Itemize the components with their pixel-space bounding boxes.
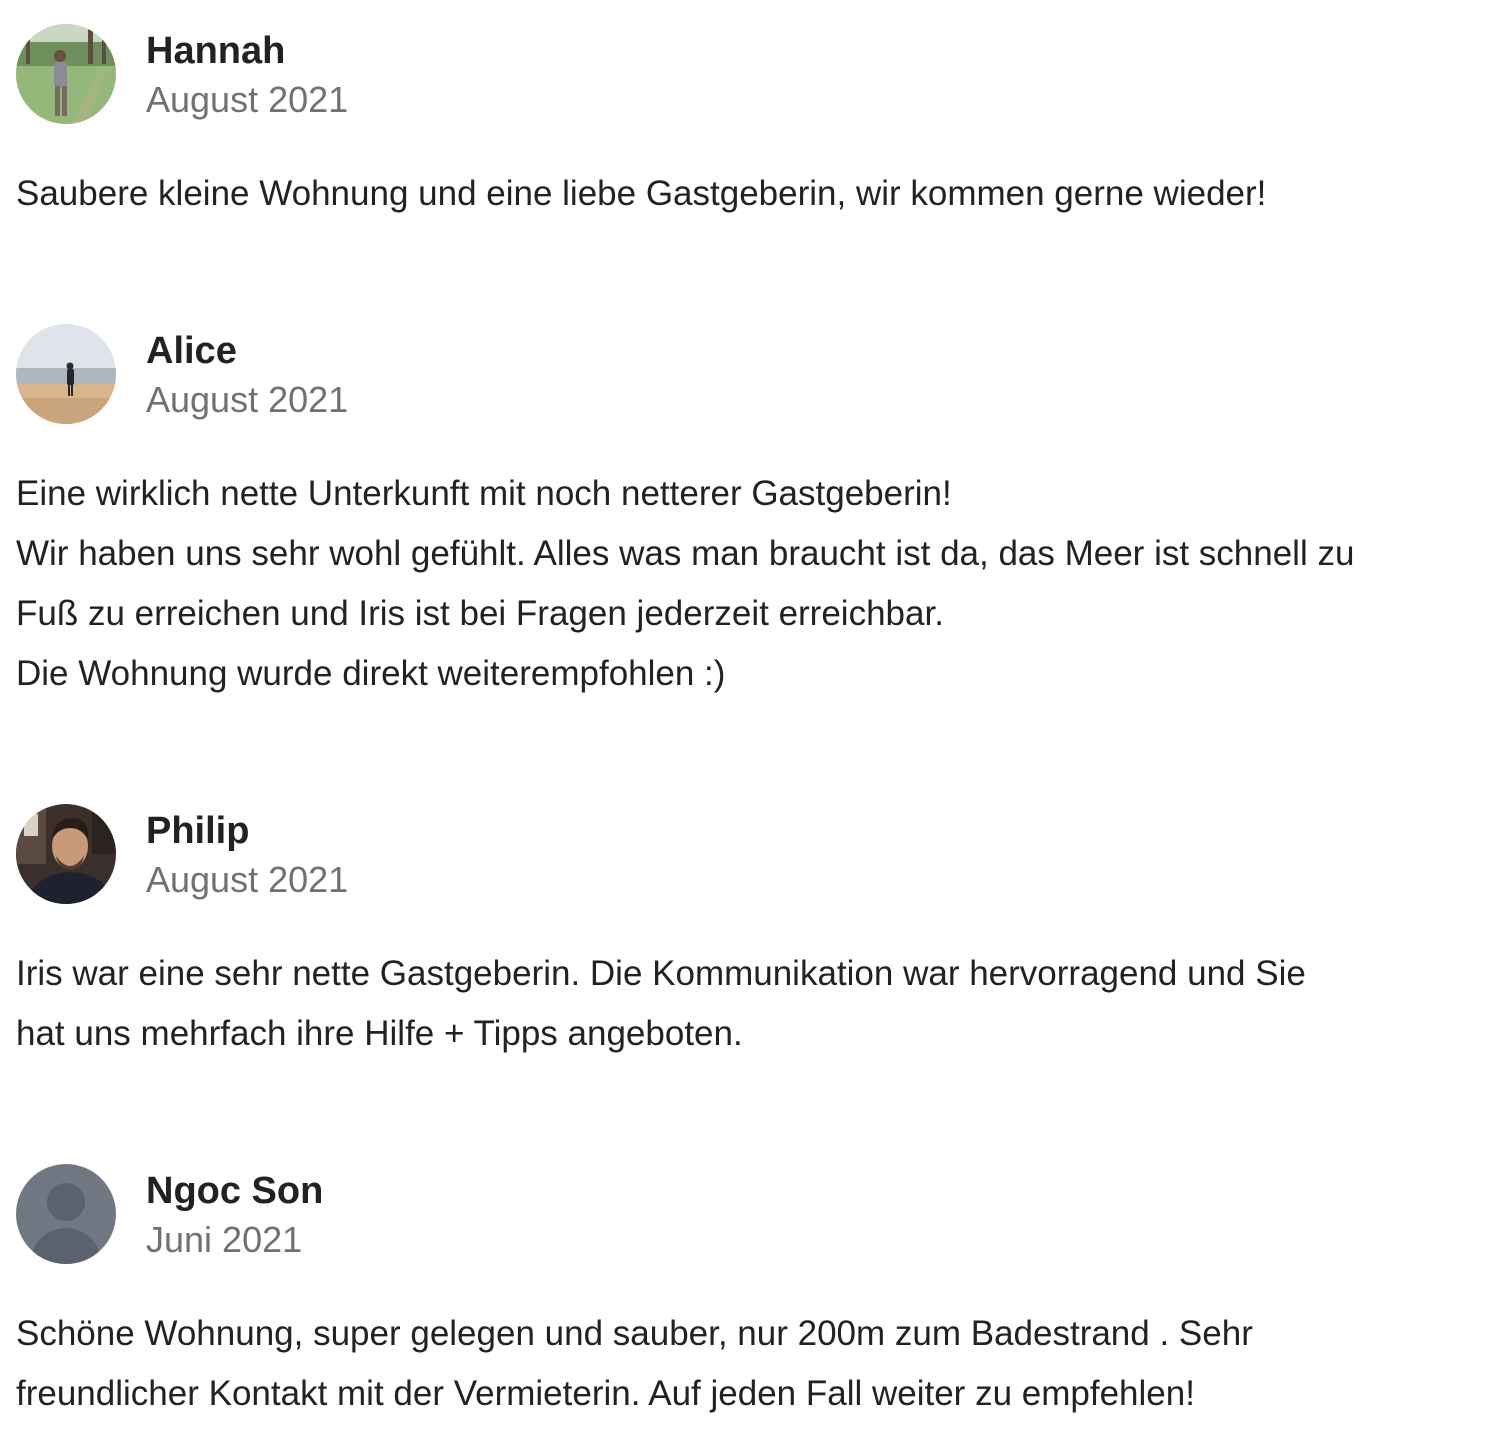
review-text-line: Saubere kleine Wohnung und eine liebe Ga… [16,174,1267,213]
review-text-line: Eine wirklich nette Unterkunft mit noch … [16,474,952,513]
portrait-photo[interactable] [16,804,116,904]
review-text-line: Die Wohnung wurde direkt weiterempfohlen… [16,654,726,693]
review-date: August 2021 [146,859,349,900]
review-item: Alice August 2021 Eine wirklich nette Un… [16,324,1456,704]
review-item: Philip August 2021 Iris war eine sehr ne… [16,804,1456,1064]
review-text: Eine wirklich nette Unterkunft mit noch … [16,464,1456,704]
reviewer-meta: Hannah August 2021 [146,24,348,126]
reviewer-meta: Ngoc Son Juni 2021 [146,1164,323,1266]
review-text-line: Iris war eine sehr nette Gastgeberin. Di… [16,954,1306,993]
review-text-line: Fuß zu erreichen und Iris ist bei Fragen… [16,594,944,633]
reviewer-meta: Alice August 2021 [146,324,348,426]
default-user-icon[interactable] [16,1164,116,1264]
reviewer-name[interactable]: Philip [146,808,348,854]
review-date: Juni 2021 [146,1219,303,1260]
review-header: Ngoc Son Juni 2021 [16,1164,1456,1264]
review-date: August 2021 [146,79,349,120]
reviewer-name[interactable]: Ngoc Son [146,1168,323,1214]
review-text: Iris war eine sehr nette Gastgeberin. Di… [16,944,1456,1064]
person-in-park-photo[interactable] [16,24,116,124]
person-on-beach-photo[interactable] [16,324,116,424]
review-text: Saubere kleine Wohnung und eine liebe Ga… [16,164,1456,224]
review-text-line: Schöne Wohnung, super gelegen und sauber… [16,1314,1253,1353]
reviewer-meta: Philip August 2021 [146,804,348,906]
review-date: August 2021 [146,379,349,420]
review-header: Hannah August 2021 [16,24,1456,124]
review-text-line: freundlicher Kontakt mit der Vermieterin… [16,1374,1195,1413]
review-item: Hannah August 2021 Saubere kleine Wohnun… [16,24,1456,224]
reviewer-name[interactable]: Hannah [146,28,348,74]
review-text: Schöne Wohnung, super gelegen und sauber… [16,1304,1456,1424]
reviewer-name[interactable]: Alice [146,328,348,374]
review-text-line: Wir haben uns sehr wohl gefühlt. Alles w… [16,534,1355,573]
review-header: Philip August 2021 [16,804,1456,904]
review-item: Ngoc Son Juni 2021 Schöne Wohnung, super… [16,1164,1456,1424]
review-text-line: hat uns mehrfach ihre Hilfe + Tipps ange… [16,1014,743,1053]
review-header: Alice August 2021 [16,324,1456,424]
